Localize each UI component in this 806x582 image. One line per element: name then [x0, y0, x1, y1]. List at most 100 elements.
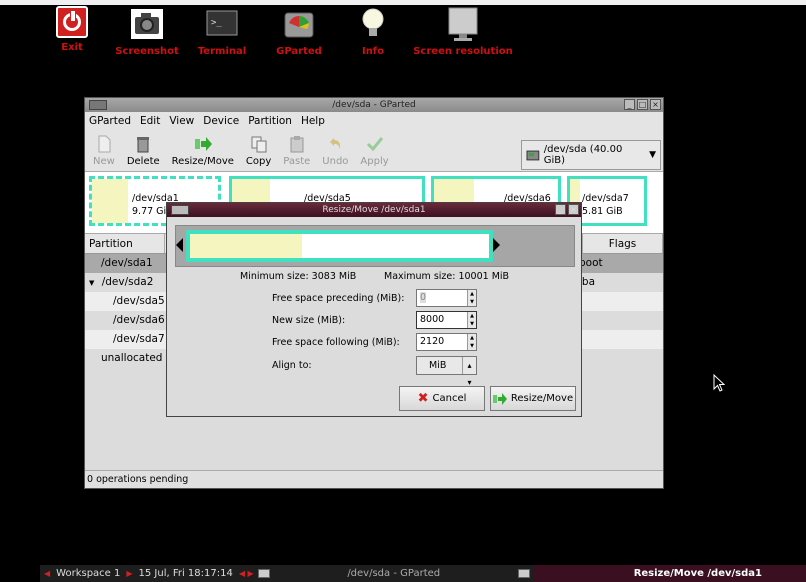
taskbar: ◀ Workspace 1 ▶ 15 Jul, Fri 18:17:14 ◀ ▶…: [40, 565, 806, 582]
device-selector-label: /dev/sda (40.00 GiB): [543, 144, 623, 166]
window-titlebar[interactable]: /dev/sda - GParted _ □ ×: [85, 98, 663, 112]
partition-bar[interactable]: [186, 230, 493, 262]
apply-button[interactable]: Apply: [354, 135, 394, 167]
cancel-button[interactable]: ✖ Cancel: [399, 386, 485, 411]
checkmark-icon: [366, 136, 383, 151]
minimize-button[interactable]: _: [555, 204, 566, 215]
launcher-screen-resolution[interactable]: Screen resolution: [408, 6, 518, 57]
apply-button-label: Apply: [360, 155, 389, 167]
align-combo[interactable]: MiB ▴ ▾: [416, 356, 477, 387]
row-flags: boot: [579, 257, 603, 269]
delete-button-label: Delete: [126, 155, 160, 167]
spin-arrows-icon[interactable]: ▲ ▼: [467, 334, 476, 350]
copy-button-label: Copy: [245, 155, 272, 167]
copy-button[interactable]: Copy: [240, 135, 277, 167]
window-title: /dev/sda - GParted: [332, 100, 416, 110]
menu-partition[interactable]: Partition: [248, 115, 292, 127]
task-window-icon: [257, 569, 270, 578]
following-value: 2120: [420, 336, 445, 347]
task-gparted[interactable]: /dev/sda - GParted: [274, 565, 514, 582]
chevron-down-icon: ▼: [649, 150, 656, 160]
row-partition: /dev/sda5: [113, 295, 165, 307]
row-partition: /dev/sda6: [113, 314, 165, 326]
resize-move-button-label: Resize/Move: [171, 155, 234, 167]
monitor-icon: [445, 6, 481, 42]
clock: 15 Jul, Fri 18:17:14: [138, 568, 233, 579]
preceding-label: Free space preceding (MiB):: [272, 293, 405, 304]
minimum-size-label: Minimum size: 3083 MiB: [240, 271, 357, 282]
new-size-label: New size (MiB):: [272, 315, 346, 326]
resize-move-confirm-button[interactable]: Resize/Move: [490, 386, 576, 411]
align-label: Align to:: [272, 360, 312, 371]
prev-arrow-icon[interactable]: ◀: [40, 569, 50, 578]
new-document-icon: [98, 135, 111, 152]
menu-gparted[interactable]: GParted: [89, 115, 131, 127]
maximize-button[interactable]: □: [637, 99, 648, 110]
window-icon: [89, 100, 107, 110]
row-partition: unallocated: [101, 352, 163, 364]
disk-chart-icon: [281, 6, 317, 42]
resize-arrow-icon: [194, 136, 212, 151]
spin-arrows-icon[interactable]: ▲ ▼: [467, 312, 476, 328]
row-partition: /dev/sda7: [113, 333, 165, 345]
minimize-button[interactable]: _: [624, 99, 635, 110]
task-window-icon: [517, 569, 530, 578]
close-button[interactable]: ×: [650, 99, 661, 110]
menubar: GParted Edit View Device Partition Help: [85, 112, 663, 130]
status-bar: 0 operations pending: [85, 470, 663, 488]
map-partition-size: 5.81 GiB: [582, 206, 623, 217]
top-strip: [0, 0, 806, 5]
preceding-value: 0: [420, 292, 427, 303]
window-icon: [171, 205, 189, 215]
harddisk-icon: [526, 150, 540, 161]
resize-move-button-label: Resize/Move: [510, 393, 574, 404]
following-spinbox[interactable]: 2120 ▲ ▼: [416, 333, 477, 351]
mouse-cursor-icon: [713, 374, 725, 392]
preceding-spinbox[interactable]: 0 ▲ ▼: [416, 289, 477, 307]
new-size-spinbox[interactable]: 8000 ▲ ▼: [416, 311, 477, 329]
paste-button-label: Paste: [283, 155, 311, 167]
new-size-value: 8000: [420, 314, 445, 325]
undo-button[interactable]: Undo: [316, 135, 354, 167]
prev-task-icon[interactable]: ◀ ▶: [239, 569, 254, 578]
used-space: [190, 234, 302, 258]
power-icon: [56, 6, 88, 38]
row-partition: /dev/sda1: [101, 257, 153, 269]
undo-button-label: Undo: [322, 155, 349, 167]
task-resize-move[interactable]: Resize/Move /dev/sda1: [533, 565, 806, 582]
new-button[interactable]: New: [87, 135, 121, 167]
cancel-x-icon: ✖: [417, 391, 429, 406]
resize-move-button[interactable]: Resize/Move: [166, 135, 240, 167]
menu-view[interactable]: View: [169, 115, 194, 127]
expander-icon[interactable]: ▼: [89, 279, 94, 287]
camera-icon: [129, 6, 165, 42]
align-value: MiB: [429, 360, 447, 371]
resize-right-handle[interactable]: [493, 238, 500, 252]
workspace-label[interactable]: Workspace 1: [50, 565, 126, 582]
menu-help[interactable]: Help: [301, 115, 325, 127]
following-label: Free space following (MiB):: [272, 337, 400, 348]
device-selector[interactable]: /dev/sda (40.00 GiB) ▼: [521, 140, 661, 170]
paste-button[interactable]: Paste: [277, 135, 316, 167]
delete-button[interactable]: Delete: [121, 135, 166, 167]
svg-text:>_: >_: [211, 18, 222, 28]
dialog-titlebar[interactable]: Resize/Move /dev/sda1 _ ×: [167, 203, 581, 217]
maximum-size-label: Maximum size: 10001 MiB: [384, 271, 510, 282]
cancel-button-label: Cancel: [432, 393, 467, 404]
column-partition[interactable]: Partition: [85, 234, 165, 253]
undo-icon: [330, 137, 341, 149]
terminal-icon: >_: [204, 6, 240, 42]
resize-left-handle[interactable]: [176, 238, 183, 252]
partition-resize-visual[interactable]: [175, 225, 575, 267]
resize-arrow-icon: [492, 392, 507, 405]
close-button[interactable]: ×: [568, 204, 579, 215]
lightbulb-icon: [355, 6, 391, 42]
paste-icon: [290, 135, 304, 152]
trash-icon: [137, 136, 150, 152]
menu-edit[interactable]: Edit: [140, 115, 160, 127]
column-flags[interactable]: Flags: [583, 234, 663, 253]
launcher-label: Screen resolution: [413, 46, 513, 57]
menu-device[interactable]: Device: [203, 115, 239, 127]
spin-arrows-icon[interactable]: ▲ ▼: [467, 290, 476, 306]
dialog-title: Resize/Move /dev/sda1: [322, 205, 426, 215]
